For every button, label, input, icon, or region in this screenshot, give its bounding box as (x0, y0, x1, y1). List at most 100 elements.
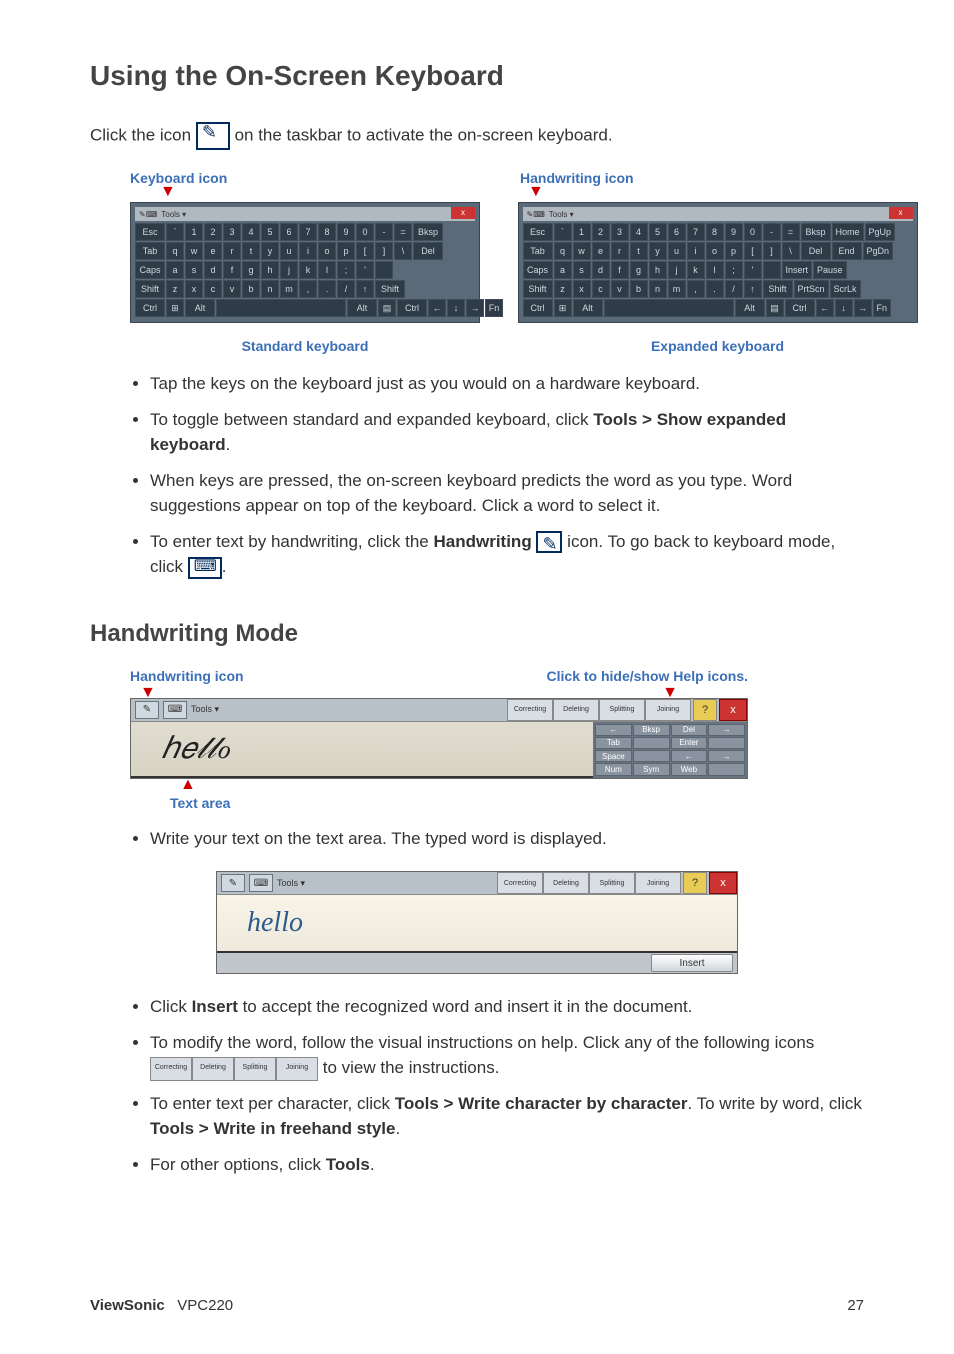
key[interactable]: y (261, 242, 279, 260)
key[interactable]: Insert (782, 261, 813, 279)
key[interactable]: z (166, 280, 184, 298)
side-key[interactable] (633, 737, 670, 749)
key[interactable]: Home (832, 223, 864, 241)
key[interactable]: w (573, 242, 591, 260)
key[interactable]: Bksp (413, 223, 443, 241)
key[interactable]: 2 (592, 223, 610, 241)
key[interactable]: Shift (763, 280, 793, 298)
key[interactable]: 4 (630, 223, 648, 241)
key[interactable]: Bksp (801, 223, 831, 241)
key[interactable]: ⊞ (554, 299, 572, 317)
key[interactable]: ] (763, 242, 781, 260)
key[interactable]: x (573, 280, 591, 298)
key[interactable]: End (832, 242, 862, 260)
key[interactable]: h (261, 261, 279, 279)
key[interactable]: 7 (299, 223, 317, 241)
help-correcting-icon[interactable]: Correcting (150, 1057, 192, 1081)
key[interactable]: i (299, 242, 317, 260)
key[interactable]: / (725, 280, 743, 298)
key[interactable]: ; (337, 261, 355, 279)
key[interactable]: m (668, 280, 686, 298)
key[interactable]: 1 (185, 223, 203, 241)
key[interactable]: h (649, 261, 667, 279)
key[interactable]: . (318, 280, 336, 298)
key[interactable]: Alt (185, 299, 215, 317)
key[interactable]: , (687, 280, 705, 298)
key[interactable]: 8 (706, 223, 724, 241)
side-key[interactable]: → (708, 750, 745, 762)
key[interactable]: u (280, 242, 298, 260)
key[interactable]: p (337, 242, 355, 260)
help-deleting-button[interactable]: Deleting (553, 699, 599, 721)
key[interactable]: 6 (280, 223, 298, 241)
keyboard-icon[interactable]: ⌨ (163, 701, 187, 719)
help-splitting-button[interactable]: Splitting (589, 872, 635, 894)
key[interactable]: y (649, 242, 667, 260)
key[interactable]: 5 (261, 223, 279, 241)
key[interactable]: Shift (523, 280, 553, 298)
key[interactable]: 0 (744, 223, 762, 241)
key[interactable]: 8 (318, 223, 336, 241)
close-button[interactable]: x (709, 872, 737, 894)
side-key[interactable] (633, 750, 670, 762)
key[interactable]: c (204, 280, 222, 298)
key[interactable] (763, 261, 781, 279)
key[interactable]: l (706, 261, 724, 279)
key[interactable]: ↓ (835, 299, 853, 317)
key[interactable]: u (668, 242, 686, 260)
key[interactable]: ↑ (744, 280, 762, 298)
key[interactable]: 9 (725, 223, 743, 241)
key[interactable]: Shift (135, 280, 165, 298)
tools-dropdown[interactable]: Tools ▾ (277, 878, 305, 889)
handwriting-icon[interactable]: ✎ (135, 701, 159, 719)
key[interactable]: c (592, 280, 610, 298)
close-button[interactable]: x (719, 699, 747, 721)
handwriting-icon[interactable]: ✎ (221, 874, 245, 892)
key[interactable]: 1 (573, 223, 591, 241)
keyboard-icon[interactable]: ⌨ (249, 874, 273, 892)
key[interactable]: , (299, 280, 317, 298)
key[interactable]: Alt (573, 299, 603, 317)
key[interactable]: e (592, 242, 610, 260)
key[interactable]: w (185, 242, 203, 260)
key[interactable]: PgUp (865, 223, 896, 241)
help-splitting-icon[interactable]: Splitting (234, 1057, 276, 1081)
key[interactable]: g (630, 261, 648, 279)
key[interactable]: ' (356, 261, 374, 279)
key[interactable]: Del (801, 242, 831, 260)
help-joining-icon[interactable]: Joining (276, 1057, 318, 1081)
side-key[interactable]: Num (595, 763, 632, 775)
key[interactable]: f (223, 261, 241, 279)
key[interactable]: Pause (813, 261, 847, 279)
key[interactable]: j (280, 261, 298, 279)
key[interactable]: z (554, 280, 572, 298)
side-key[interactable]: Del (671, 724, 708, 736)
key[interactable]: Alt (347, 299, 377, 317)
tools-dropdown[interactable]: Tools ▾ (191, 704, 219, 715)
key[interactable]: v (223, 280, 241, 298)
key[interactable]: f (611, 261, 629, 279)
key[interactable]: Tab (135, 242, 165, 260)
side-key[interactable] (708, 737, 745, 749)
key[interactable]: a (554, 261, 572, 279)
key[interactable]: ↓ (447, 299, 465, 317)
key[interactable]: Ctrl (785, 299, 815, 317)
key[interactable]: r (611, 242, 629, 260)
side-key[interactable]: → (708, 724, 745, 736)
key[interactable]: ▤ (378, 299, 396, 317)
side-key[interactable]: Sym (633, 763, 670, 775)
key[interactable]: 9 (337, 223, 355, 241)
key[interactable]: i (687, 242, 705, 260)
key[interactable]: \ (782, 242, 800, 260)
key[interactable]: q (166, 242, 184, 260)
key[interactable]: ` (554, 223, 572, 241)
help-correcting-button[interactable]: Correcting (507, 699, 553, 721)
key[interactable]: / (337, 280, 355, 298)
key[interactable]: e (204, 242, 222, 260)
key[interactable]: 0 (356, 223, 374, 241)
key[interactable]: Alt (735, 299, 765, 317)
key[interactable]: Del (413, 242, 443, 260)
key[interactable]: ' (744, 261, 762, 279)
key[interactable]: ; (725, 261, 743, 279)
help-deleting-button[interactable]: Deleting (543, 872, 589, 894)
